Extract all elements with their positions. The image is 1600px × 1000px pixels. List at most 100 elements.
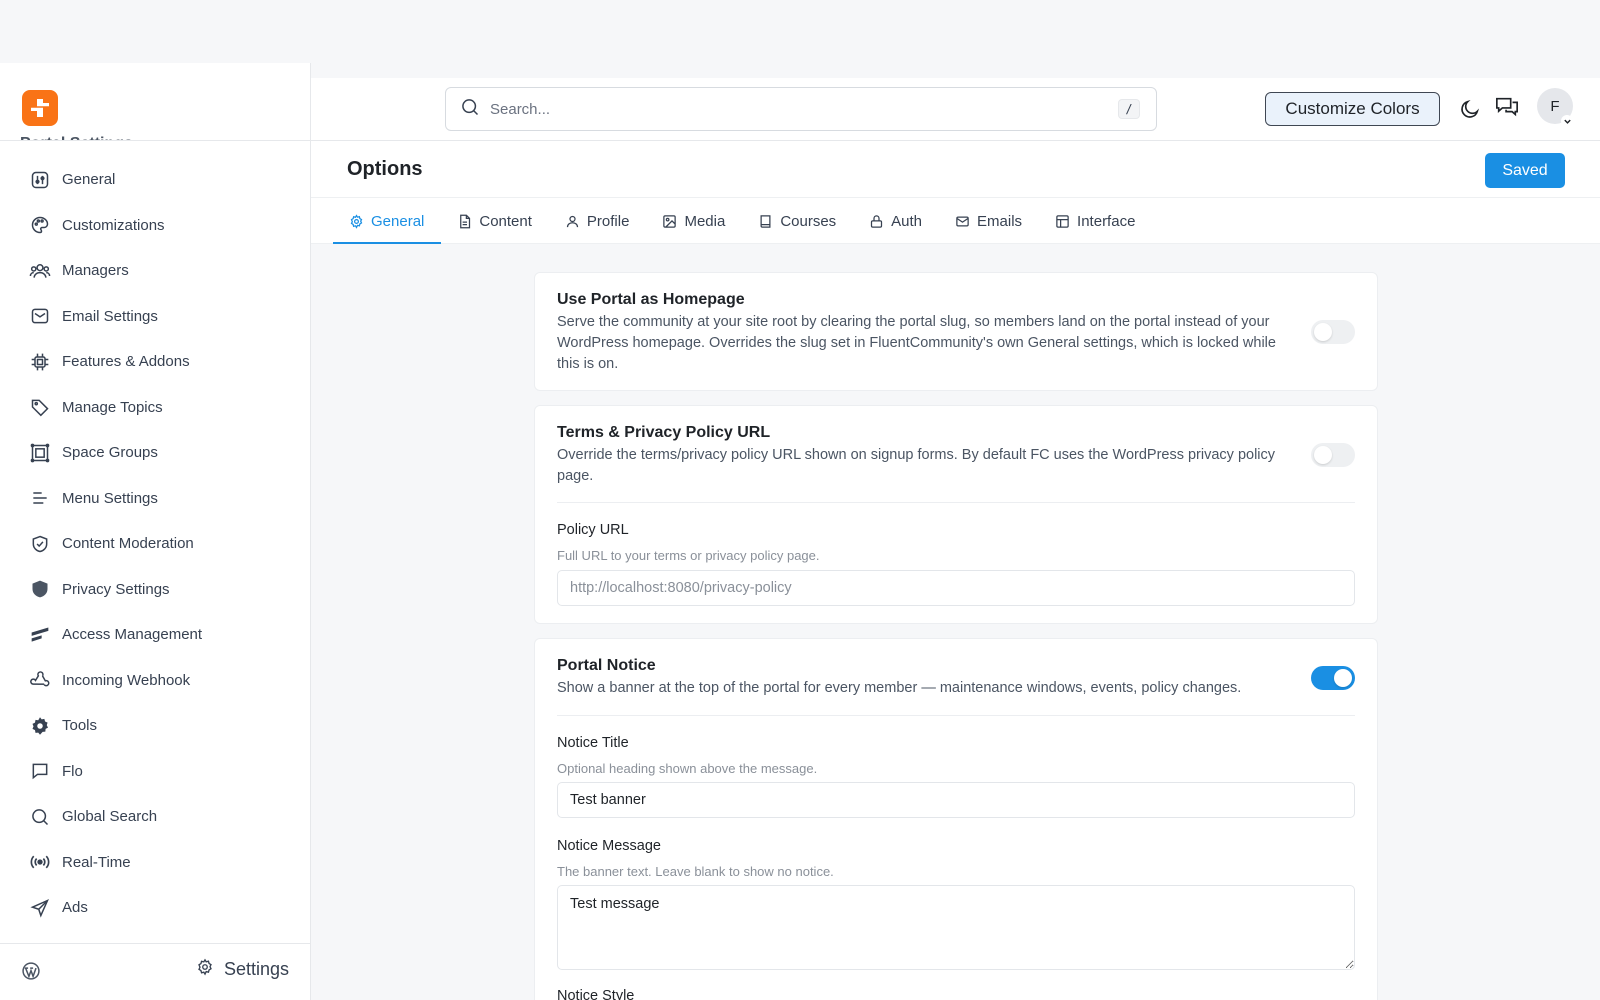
card-title: Terms & Privacy Policy URL (557, 424, 771, 441)
card-divider (557, 502, 1355, 503)
sidebar-item-privacy-settings[interactable]: Privacy Settings (0, 567, 310, 613)
sidebar-item-label: Ads (62, 899, 88, 917)
saved-button[interactable]: Saved (1485, 153, 1565, 188)
sidebar-item-label: Tools (62, 717, 98, 735)
sidebar: Portal Settings General Customizations M… (0, 63, 311, 1000)
broadcast-icon (28, 850, 52, 874)
sidebar-item-menu-settings[interactable]: Menu Settings (0, 476, 310, 522)
sidebar-item-label: Menu Settings (62, 489, 158, 507)
card-description: Serve the community at your site root by… (557, 314, 1276, 372)
search-input[interactable] (490, 100, 1156, 118)
sidebar-nav: General Customizations Managers Email Se… (0, 157, 310, 931)
sidebar-item-customizations[interactable]: Customizations (0, 203, 310, 249)
messages-icon[interactable] (1494, 94, 1520, 120)
tab-emails[interactable]: Emails (939, 198, 1039, 244)
card-divider (557, 715, 1355, 716)
tab-label: Profile (586, 212, 630, 230)
tab-profile[interactable]: Profile (549, 198, 647, 244)
notice-style-label: Notice Style (557, 988, 635, 1000)
moon-icon[interactable] (1457, 96, 1483, 122)
terms-toggle[interactable] (1311, 443, 1355, 467)
sidebar-item-label: Customizations (62, 216, 165, 234)
tab-general[interactable]: General (333, 198, 442, 244)
sidebar-item-label: Managers (62, 262, 129, 280)
shield-check-icon (28, 532, 52, 556)
notice-title-help: Optional heading shown above the message… (557, 761, 818, 776)
tab-interface[interactable]: Interface (1039, 198, 1152, 244)
card-description: Show a banner at the top of the portal f… (557, 680, 1242, 696)
send-icon (28, 896, 52, 920)
tag-icon (28, 395, 52, 419)
card-title: Use Portal as Homepage (557, 291, 745, 308)
sidebar-item-ads[interactable]: Ads (0, 885, 310, 931)
notice-title-input[interactable] (557, 782, 1355, 818)
page-title: Options (347, 158, 423, 180)
footer-settings-link[interactable]: Settings (196, 958, 289, 981)
policy-url-help: Full URL to your terms or privacy policy… (557, 548, 820, 563)
sidebar-item-tools[interactable]: Tools (0, 703, 310, 749)
file-icon (460, 214, 471, 228)
sidebar-item-managers[interactable]: Managers (0, 248, 310, 294)
gear-icon (28, 714, 52, 738)
homepage-toggle[interactable] (1311, 320, 1355, 344)
notice-message-label: Notice Message (557, 838, 661, 854)
tab-label: General (371, 212, 425, 230)
sidebar-item-label: Incoming Webhook (62, 671, 191, 689)
mail-icon (956, 216, 969, 226)
layout-icon (1056, 214, 1069, 228)
page-header: Options Saved (311, 141, 1600, 198)
search-box[interactable]: / (445, 87, 1157, 131)
card-title: Portal Notice (557, 657, 656, 674)
chip-icon (28, 350, 52, 374)
search-shortcut-key: / (1118, 99, 1140, 119)
access-icon (28, 623, 52, 647)
top-band-right (310, 63, 1600, 78)
notice-message-help: The banner text. Leave blank to show no … (557, 864, 834, 879)
tab-content[interactable]: Content (441, 198, 549, 244)
settings-tabs: General Content Profile Media Courses Au… (311, 198, 1600, 244)
sidebar-item-access-management[interactable]: Access Management (0, 612, 310, 658)
image-icon (663, 214, 677, 228)
homepage-card: Use Portal as Homepage Serve the communi… (534, 272, 1378, 391)
lock-icon (871, 214, 883, 228)
toggle-knob (1314, 446, 1332, 464)
sidebar-item-label: Manage Topics (62, 398, 163, 416)
chevron-down-icon[interactable] (1561, 115, 1573, 127)
sidebar-item-flo[interactable]: Flo (0, 749, 310, 795)
app-logo[interactable] (22, 90, 58, 126)
gear-icon (196, 958, 214, 981)
sidebar-item-incoming-webhook[interactable]: Incoming Webhook (0, 658, 310, 704)
sidebar-item-label: Content Moderation (62, 535, 194, 553)
card-description: Override the terms/privacy policy URL sh… (557, 447, 1276, 484)
sliders-icon (28, 168, 52, 192)
sidebar-item-features-addons[interactable]: Features & Addons (0, 339, 310, 385)
sidebar-item-email-settings[interactable]: Email Settings (0, 294, 310, 340)
footer-settings-label: Settings (223, 959, 289, 979)
top-band (0, 0, 1600, 63)
customize-colors-button[interactable]: Customize Colors (1265, 92, 1440, 126)
sidebar-item-global-search[interactable]: Global Search (0, 794, 310, 840)
sidebar-footer: Settings (0, 943, 310, 1000)
sidebar-item-label: Global Search (62, 808, 158, 826)
tab-auth[interactable]: Auth (853, 198, 939, 244)
sidebar-item-space-groups[interactable]: Space Groups (0, 430, 310, 476)
sidebar-item-general[interactable]: General (0, 157, 310, 203)
policy-url-input[interactable] (557, 570, 1355, 606)
mail-icon (28, 304, 52, 328)
search-icon (460, 97, 480, 122)
sidebar-item-label: Email Settings (62, 307, 158, 325)
notice-message-textarea[interactable]: Test message (557, 885, 1355, 970)
portal-notice-toggle[interactable] (1311, 666, 1355, 690)
book-icon (760, 214, 771, 228)
tab-courses[interactable]: Courses (742, 198, 853, 244)
sidebar-item-manage-topics[interactable]: Manage Topics (0, 385, 310, 431)
sidebar-item-label: Access Management (62, 626, 203, 644)
tab-media[interactable]: Media (646, 198, 742, 244)
sidebar-item-real-time[interactable]: Real-Time (0, 840, 310, 886)
tab-label: Auth (891, 212, 923, 230)
sidebar-item-content-moderation[interactable]: Content Moderation (0, 521, 310, 567)
search-icon (28, 805, 52, 829)
sidebar-item-label: Space Groups (62, 444, 158, 462)
chat-icon (28, 759, 52, 783)
wordpress-icon[interactable] (21, 961, 41, 981)
